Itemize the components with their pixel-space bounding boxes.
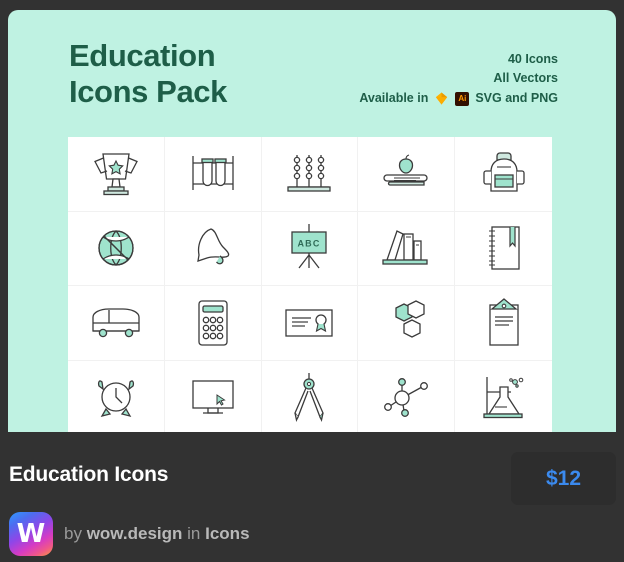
flask-stand-icon [482, 377, 523, 419]
grid-cell-abc-board-icon: ABC [261, 211, 359, 286]
grid-cell-molecule-hex-icon [358, 286, 456, 361]
grid-cell-backpack-icon [455, 137, 552, 212]
formats-label: SVG and PNG [475, 91, 558, 105]
available-formats-row: Available in Ai SVG and PNG [359, 89, 558, 108]
grid-cell-test-tubes-icon [164, 137, 262, 212]
vectors-label: All Vectors [493, 71, 558, 85]
compass-icon [294, 373, 325, 423]
clipboard-icon [488, 297, 519, 346]
grid-cell-school-bell-icon [164, 211, 262, 286]
grid-cell-trophy-icon [68, 137, 165, 212]
sketch-diamond-icon [436, 92, 448, 105]
books-shelf-icon [382, 230, 428, 265]
preview-card[interactable]: Education Icons Pack 40 Icons All Vector… [8, 10, 616, 432]
apple-on-book-icon [383, 154, 428, 186]
grid-cell-basketball-icon [68, 211, 165, 286]
monitor-icon [192, 380, 234, 414]
price-label: $12 [545, 466, 582, 490]
school-bus-icon [92, 308, 140, 337]
author-mid: in [187, 524, 201, 543]
avatar-letter: W [16, 519, 46, 549]
product-title: Education Icons [9, 463, 169, 486]
alarm-clock-icon [97, 380, 134, 418]
molecule-hex-icon [395, 300, 425, 338]
certificate-icon [285, 309, 334, 337]
avatar[interactable]: W [9, 512, 53, 556]
abc-board-icon: ABC [291, 224, 328, 269]
pack-title: Education Icons Pack [69, 38, 227, 110]
pack-meta: 40 Icons All Vectors Available in Ai SVG… [359, 50, 558, 108]
atom-bond-icon [384, 378, 429, 418]
grid-cell-certificate-icon [261, 286, 359, 361]
grid-cell-apple-on-book-icon [358, 137, 456, 212]
grid-cell-spiral-notebook-icon [455, 212, 552, 286]
pack-title-line-1: Education [69, 38, 216, 73]
grid-cell-monitor-icon [165, 360, 262, 432]
grid-cell-flask-stand-icon [455, 361, 552, 433]
grid-cell-abacus-icon [261, 137, 359, 212]
grid-cell-school-bus-icon [68, 286, 165, 361]
abacus-icon [287, 154, 332, 192]
grid-cell-calculator-icon [164, 286, 262, 361]
icon-grid: ABC [68, 137, 552, 432]
grid-cell-books-shelf-icon [358, 211, 456, 286]
author-prefix: by [64, 524, 82, 543]
available-in-label: Available in [359, 91, 429, 105]
trophy-icon [93, 153, 138, 195]
backpack-icon [482, 152, 525, 192]
pack-title-line-2: Icons Pack [69, 74, 227, 109]
adobe-illustrator-icon: Ai [455, 91, 470, 106]
author-byline: by wow.design in Icons [64, 524, 250, 544]
price-button[interactable]: $12 [511, 452, 616, 505]
test-tubes-icon [192, 155, 234, 190]
grid-cell-clipboard-icon [455, 286, 552, 361]
grid-cell-compass-icon [262, 360, 359, 432]
author-name-link[interactable]: wow.design [87, 524, 183, 543]
icon-count-label: 40 Icons [507, 52, 558, 66]
category-link[interactable]: Icons [205, 524, 249, 543]
preview-header: Education Icons Pack 40 Icons All Vector… [8, 10, 616, 135]
spiral-notebook-icon [488, 226, 520, 270]
abc-board-text: ABC [298, 239, 321, 249]
grid-cell-alarm-clock-icon [68, 360, 165, 432]
basketball-icon [98, 230, 134, 266]
school-bell-icon [196, 228, 229, 265]
calculator-icon [198, 300, 228, 346]
grid-cell-atom-bond-icon [358, 360, 456, 432]
author-row[interactable]: W by wow.design in Icons [9, 512, 250, 556]
